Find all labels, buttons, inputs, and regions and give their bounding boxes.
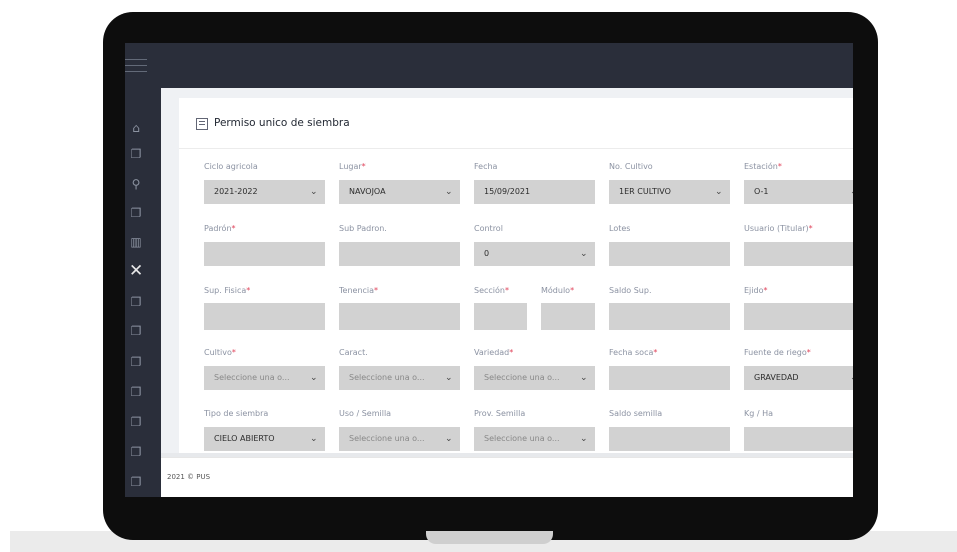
fecha-soca-label: Fecha soca* [609,348,658,357]
grid-icon[interactable]: ▥ [129,235,143,249]
fecha-soca-input[interactable] [609,366,730,390]
no-cultivo-label: No. Cultivo [609,162,653,171]
usuario-label: Usuario (Titular)* [744,224,813,233]
fuente-riego-select[interactable]: GRAVEDAD⌄ [744,366,853,390]
sidebar: ⌂ ❐ ⚲ ❐ ▥ ✕ ❐ ❐ ❐ ❐ ❐ ❐ ❐ [125,88,161,497]
chevron-down-icon: ⌄ [580,373,588,383]
prov-semilla-select[interactable]: Seleccione una o... ⌄ [474,427,595,451]
document-icon[interactable]: ❐ [129,445,143,459]
control-select[interactable]: 0 ⌄ [474,242,595,266]
estacion-label: Estación* [744,162,782,171]
saldo-semilla-label: Saldo semilla [609,409,663,418]
lotes-input[interactable] [609,242,730,266]
footer-copyright: 2021 © PUS [167,473,211,481]
padron-input[interactable] [204,242,325,266]
cultivo-label: Cultivo* [204,348,236,357]
caract-label: Caract. [339,348,368,357]
control-label: Control [474,224,503,233]
sub-padron-input[interactable] [339,242,460,266]
kg-ha-label: Kg / Ha [744,409,774,418]
chevron-down-icon: ⌄ [445,187,453,197]
chevron-down-icon: ⌄ [445,434,453,444]
sup-fisica-input[interactable] [204,303,325,330]
uso-semilla-label: Uso / Semilla [339,409,392,418]
sub-padron-label: Sub Padron. [339,224,387,233]
chevron-down-icon: ⌄ [310,187,318,197]
form-icon [196,118,208,130]
saldo-semilla-input[interactable] [609,427,730,451]
chevron-down-icon: ⌄ [310,373,318,383]
tenencia-input[interactable] [339,303,460,330]
laptop-notch [426,531,553,544]
modulo-input[interactable] [541,303,595,330]
cultivo-select[interactable]: Seleccione una o... ⌄ [204,366,325,390]
user-icon[interactable]: ⚲ [129,177,143,191]
tipo-siembra-label: Tipo de siembra [204,409,269,418]
card-header: Permiso unico de siembra [179,98,853,149]
form-card: Permiso unico de siembra Ciclo agricola … [179,98,853,458]
lotes-label: Lotes [609,224,631,233]
tenencia-label: Tenencia* [339,286,379,295]
uso-semilla-select[interactable]: Seleccione una o... ⌄ [339,427,460,451]
document-icon[interactable]: ❐ [129,206,143,220]
caract-select[interactable]: Seleccione una o... ⌄ [339,366,460,390]
estacion-select[interactable]: O-1⌄ [744,180,853,204]
saldo-sup-label: Saldo Sup. [609,286,652,295]
chevron-down-icon: ⌄ [850,366,853,390]
app-screen: ⌂ ❐ ⚲ ❐ ▥ ✕ ❐ ❐ ❐ ❐ ❐ ❐ ❐ Permiso unico … [125,43,853,497]
document-icon[interactable]: ❐ [129,295,143,309]
saldo-sup-input[interactable] [609,303,730,330]
chevron-down-icon: ⌄ [445,373,453,383]
seccion-label: Sección* [474,286,509,295]
chevron-down-icon: ⌄ [850,180,853,204]
home-icon[interactable]: ⌂ [129,121,143,135]
close-icon[interactable]: ✕ [129,263,143,280]
document-icon[interactable]: ❐ [129,385,143,399]
document-icon[interactable]: ❐ [129,324,143,338]
prov-semilla-label: Prov. Semilla [474,409,526,418]
modulo-label: Módulo* [541,286,575,295]
ejido-label: Ejido* [744,286,768,295]
document-icon[interactable]: ❐ [129,415,143,429]
fecha-label: Fecha [474,162,498,171]
kg-ha-input[interactable] [744,427,853,451]
chevron-down-icon: ⌄ [580,434,588,444]
tipo-siembra-select[interactable]: CIELO ABIERTO ⌄ [204,427,325,451]
hamburger-menu-icon[interactable] [125,59,147,73]
no-cultivo-select[interactable]: 1ER CULTIVO ⌄ [609,180,730,204]
chevron-down-icon: ⌄ [715,187,723,197]
padron-label: Padrón* [204,224,236,233]
chevron-down-icon: ⌄ [580,249,588,259]
footer: 2021 © PUS [161,457,853,497]
sup-fisica-label: Sup. Fisica* [204,286,251,295]
ciclo-label: Ciclo agricola [204,162,258,171]
document-icon[interactable]: ❐ [129,355,143,369]
lugar-select[interactable]: NAVOJOA ⌄ [339,180,460,204]
ejido-input[interactable] [744,303,853,330]
top-navbar [125,43,853,88]
variedad-label: Variedad* [474,348,514,357]
ciclo-select[interactable]: 2021-2022 ⌄ [204,180,325,204]
document-icon[interactable]: ❐ [129,147,143,161]
variedad-select[interactable]: Seleccione una o... ⌄ [474,366,595,390]
usuario-input[interactable] [744,242,853,266]
page-title: Permiso unico de siembra [214,117,350,129]
lugar-label: Lugar* [339,162,366,171]
fuente-riego-label: Fuente de riego* [744,348,811,357]
fecha-input[interactable]: 15/09/2021 [474,180,595,204]
document-icon[interactable]: ❐ [129,475,143,489]
seccion-input[interactable] [474,303,527,330]
chevron-down-icon: ⌄ [310,434,318,444]
